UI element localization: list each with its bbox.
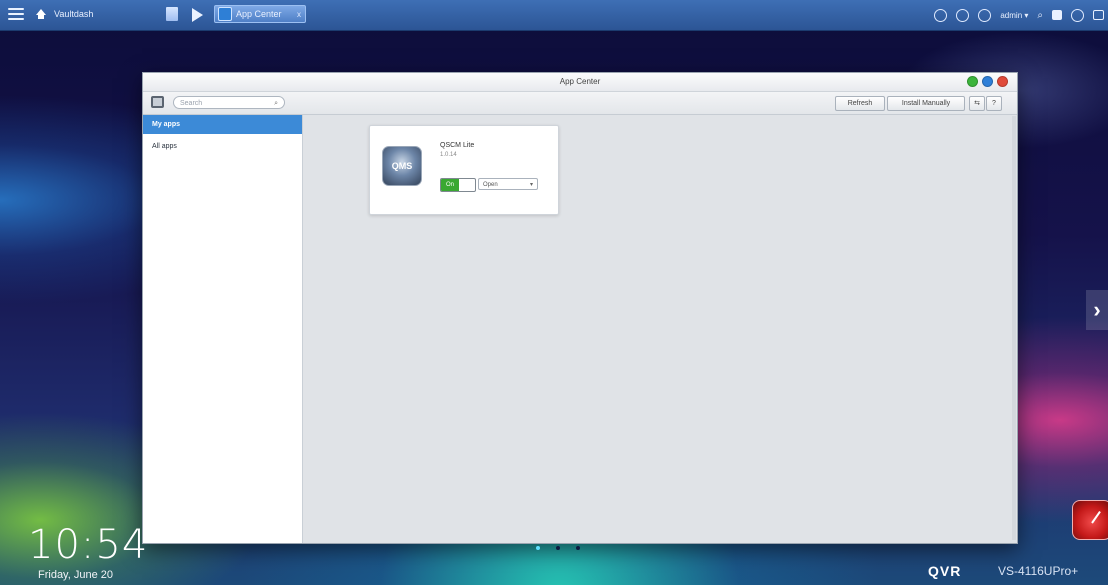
minimize-icon[interactable]: [967, 76, 978, 87]
search-input[interactable]: Search ⌕: [173, 96, 285, 109]
app-center-icon: [218, 7, 232, 21]
dashboard-icon[interactable]: [1093, 10, 1104, 20]
taskbar: Vaultdash App Center x admin ▾ ⌕: [0, 0, 1108, 31]
chevron-down-icon: ▾: [529, 182, 533, 188]
scrollbar[interactable]: [1012, 116, 1016, 540]
sidebar: My apps All apps: [143, 115, 303, 543]
home-icon: [36, 9, 46, 19]
app-enable-toggle[interactable]: On: [440, 178, 476, 192]
close-icon[interactable]: x: [297, 10, 301, 19]
user-menu[interactable]: admin ▾: [1000, 11, 1028, 20]
resource-monitor-icon[interactable]: [1072, 500, 1108, 540]
refresh-button[interactable]: Refresh: [835, 96, 885, 111]
desktop: Vaultdash App Center x admin ▾ ⌕ App Cen…: [0, 0, 1108, 585]
help-button[interactable]: ?: [986, 96, 1002, 111]
window-title: App Center: [559, 77, 601, 86]
sidebar-item-all-apps[interactable]: All apps: [143, 137, 302, 156]
monitor-icon[interactable]: [166, 7, 178, 21]
extra-button[interactable]: ⇆: [969, 96, 985, 111]
search-icon: ⌕: [274, 100, 278, 107]
tab-app-center[interactable]: App Center x: [214, 5, 306, 23]
window-controls: [967, 76, 1008, 87]
app-list: QMS QSCM Lite 1.0.14 On Open ▾: [303, 115, 1017, 543]
install-manually-button[interactable]: Install Manually: [887, 96, 965, 111]
app-card[interactable]: QMS QSCM Lite 1.0.14 On Open ▾: [369, 125, 559, 215]
search-placeholder: Search: [180, 100, 203, 107]
maximize-icon[interactable]: [982, 76, 993, 87]
sidebar-item-my-apps[interactable]: My apps: [143, 115, 302, 134]
app-center-window: App Center Search ⌕ Refresh Install Manu…: [142, 72, 1018, 544]
app-logo-icon: QMS: [382, 146, 422, 186]
page-dot[interactable]: [576, 546, 580, 550]
page-dot[interactable]: [536, 546, 540, 550]
search-icon[interactable]: ⌕: [1037, 10, 1043, 21]
page-dot[interactable]: [556, 546, 560, 550]
window-titlebar: App Center: [143, 73, 1017, 92]
open-label: Open: [483, 182, 498, 188]
app-name: QSCM Lite: [440, 142, 475, 149]
chat-icon[interactable]: [956, 8, 970, 22]
play-icon[interactable]: [192, 8, 203, 22]
model-label: VS-4116UPro+: [998, 564, 1079, 578]
dashboard-button[interactable]: Vaultdash: [36, 6, 126, 22]
clock-time: 10:54: [28, 522, 149, 568]
dashboard-label: Vaultdash: [54, 9, 94, 19]
clock-icon[interactable]: [934, 8, 948, 22]
info-icon[interactable]: [978, 8, 992, 22]
open-dropdown[interactable]: Open ▾: [478, 178, 538, 190]
close-window-icon[interactable]: [997, 76, 1008, 87]
menu-icon[interactable]: [8, 6, 24, 22]
clock-date: Friday, June 20: [38, 569, 114, 581]
tab-app-center-label: App Center: [236, 9, 282, 19]
app-version: 1.0.14: [440, 152, 457, 158]
view-toggle-icon[interactable]: [151, 96, 164, 108]
options-icon[interactable]: [1052, 10, 1062, 20]
system-tray: admin ▾ ⌕: [934, 6, 1104, 24]
toolbar: Search ⌕ Refresh Install Manually ⇆ ?: [143, 92, 1017, 115]
toggle-on-label: On: [441, 179, 459, 191]
page-indicator: [536, 546, 580, 550]
globe-icon[interactable]: [1071, 8, 1084, 22]
next-page-arrow[interactable]: ›: [1086, 290, 1108, 330]
brand-logo: QVR: [928, 563, 962, 579]
